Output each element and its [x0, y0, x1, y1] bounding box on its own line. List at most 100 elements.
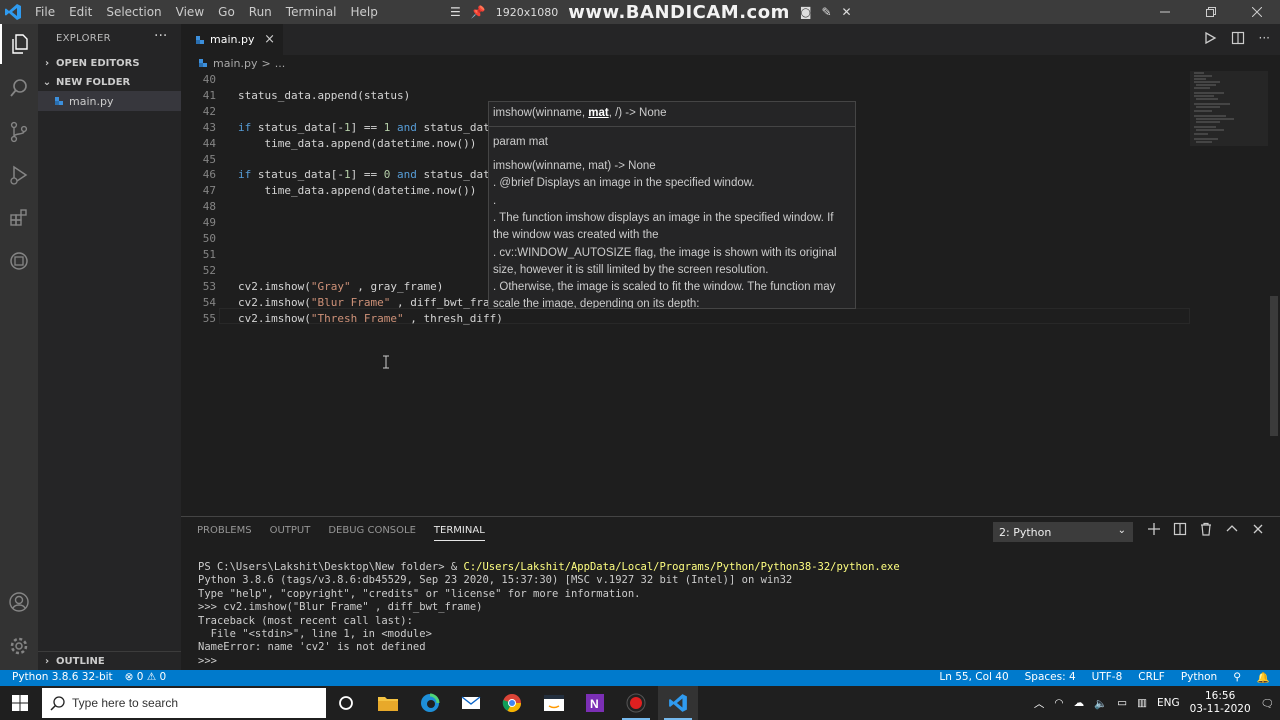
active-param: mat — [588, 107, 609, 119]
menu-edit[interactable]: Edit — [62, 5, 99, 19]
editor-scrollbar[interactable] — [1268, 71, 1280, 516]
source-control-activity[interactable] — [0, 112, 38, 152]
explorer-activity[interactable] — [0, 24, 38, 64]
start-button[interactable] — [0, 686, 40, 720]
panel-tabs: PROBLEMS OUTPUT DEBUG CONSOLE TERMINAL — [197, 525, 485, 541]
live-share-icon[interactable]: ⚲ — [1233, 671, 1241, 684]
encoding[interactable]: UTF-8 — [1092, 671, 1123, 684]
clock-date: 03-11-2020 — [1189, 703, 1251, 715]
hover-doc-line: . Otherwise, the image is scaled to fit … — [493, 281, 836, 293]
extensions-icon — [10, 209, 27, 226]
edge-icon — [421, 693, 440, 712]
chevron-down-icon: ⌄ — [1117, 525, 1126, 536]
minimap[interactable] — [1190, 71, 1268, 191]
language-indicator[interactable]: ENG — [1157, 697, 1180, 709]
bandicam-app[interactable] — [616, 686, 656, 720]
close-tab-icon[interactable]: × — [264, 32, 275, 47]
line-ending[interactable]: CRLF — [1138, 671, 1165, 684]
extensions-activity[interactable] — [0, 198, 38, 238]
tab-actions: ··· — [1203, 31, 1270, 45]
maximize-button[interactable] — [1188, 0, 1234, 24]
file-explorer-app[interactable] — [368, 686, 408, 720]
pencil-icon[interactable]: ✎ — [821, 5, 831, 19]
folder-section[interactable]: ⌄ NEW FOLDER — [38, 72, 181, 92]
problems-count[interactable]: ⊗ 0 ⚠ 0 — [125, 671, 167, 683]
line-number: 49 — [202, 216, 216, 230]
terminal-select[interactable]: 2: Python ⌄ — [993, 522, 1133, 542]
accounts-activity[interactable] — [0, 582, 38, 622]
maximize-panel-icon[interactable] — [1225, 522, 1239, 536]
battery-icon[interactable]: ▭ — [1117, 697, 1127, 709]
terminal-output[interactable]: PS C:\Users\Lakshit\Desktop\New folder> … — [198, 561, 900, 668]
close-overlay-icon[interactable]: ✕ — [842, 5, 852, 19]
breadcrumb-file[interactable]: main.py — [213, 57, 257, 70]
amazon-app[interactable] — [534, 686, 574, 720]
menu-file[interactable]: File — [28, 5, 62, 19]
terminal-line: Type "help", "copyright", "credits" or "… — [198, 587, 641, 600]
mail-app[interactable] — [451, 686, 491, 720]
open-editors-section[interactable]: › OPEN EDITORS — [38, 53, 181, 73]
menu-selection[interactable]: Selection — [99, 5, 168, 19]
edge-app[interactable] — [410, 686, 450, 720]
title-bar: File Edit Selection View Go Run Terminal… — [0, 0, 1280, 24]
tab-output[interactable]: OUTPUT — [270, 525, 311, 541]
code-line: cv2.imshow("Gray" , gray_frame) — [238, 279, 444, 293]
cursor-position[interactable]: Ln 55, Col 40 — [939, 671, 1008, 684]
taskbar-clock[interactable]: 16:56 03-11-2020 — [1190, 690, 1251, 716]
close-panel-icon[interactable] — [1251, 522, 1265, 536]
action-center-icon[interactable]: 🗨 — [1261, 697, 1274, 710]
split-terminal-icon[interactable] — [1173, 522, 1187, 536]
menu-help[interactable]: Help — [344, 5, 385, 19]
close-window-button[interactable] — [1234, 0, 1280, 24]
volume-icon[interactable]: 🔈 — [1094, 697, 1107, 710]
menu-view[interactable]: View — [169, 5, 211, 19]
menu-run[interactable]: Run — [242, 5, 279, 19]
line-number: 53 — [202, 279, 216, 293]
taskbar-search[interactable]: Type here to search — [42, 688, 326, 718]
line-number: 40 — [202, 73, 216, 86]
camera-icon[interactable]: ◙ — [800, 5, 812, 19]
tab-terminal[interactable]: TERMINAL — [433, 525, 485, 541]
language-mode[interactable]: Python — [1181, 671, 1217, 684]
split-editor-icon[interactable] — [1231, 31, 1245, 45]
wifi-icon[interactable]: ◠ — [1054, 697, 1063, 709]
cloud-icon[interactable]: ☁ — [1074, 697, 1085, 709]
onenote-app[interactable]: N — [575, 686, 615, 720]
python-interpreter[interactable]: Python 3.8.6 32-bit — [12, 671, 113, 683]
trash-icon[interactable] — [1199, 522, 1213, 536]
task-view-button[interactable] — [326, 686, 366, 720]
minimize-button[interactable] — [1142, 0, 1188, 24]
tray-chevron-up-icon[interactable]: ︿ — [1034, 696, 1045, 711]
vscode-app[interactable] — [658, 686, 698, 720]
search-activity[interactable] — [0, 68, 38, 108]
tab-main-py[interactable]: main.py × — [181, 24, 283, 55]
network-icon[interactable]: ▥ — [1137, 697, 1147, 709]
chrome-app[interactable] — [492, 686, 532, 720]
breadcrumb-rest[interactable]: ... — [275, 57, 286, 70]
file-main-py[interactable]: main.py — [38, 91, 181, 111]
more-editor-actions[interactable]: ··· — [1259, 31, 1270, 45]
tab-problems[interactable]: PROBLEMS — [197, 525, 252, 541]
terminal-line: >>> — [198, 654, 217, 667]
search-icon — [50, 696, 65, 711]
run-debug-activity[interactable] — [0, 155, 38, 195]
hamburger-icon[interactable]: ☰ — [450, 5, 461, 19]
menu-terminal[interactable]: Terminal — [279, 5, 344, 19]
scrollbar-thumb[interactable] — [1270, 296, 1278, 436]
menu-bar: File Edit Selection View Go Run Terminal… — [28, 0, 385, 24]
notifications-icon[interactable]: 🔔 — [1257, 671, 1270, 684]
code-line: cv2.imshow("Blur Frame" , diff_bwt_fram — [238, 295, 497, 309]
outline-header[interactable]: › OUTLINE — [38, 651, 181, 671]
outline-section[interactable]: › OUTLINE — [38, 651, 181, 670]
menu-go[interactable]: Go — [211, 5, 242, 19]
tab-debug-console[interactable]: DEBUG CONSOLE — [328, 525, 416, 541]
run-file-icon[interactable] — [1203, 31, 1217, 45]
new-terminal-icon[interactable] — [1147, 522, 1161, 536]
manage-activity[interactable] — [0, 626, 38, 666]
pin-icon[interactable]: 📌 — [471, 5, 486, 19]
indentation[interactable]: Spaces: 4 — [1025, 671, 1076, 684]
clock-time: 16:56 — [1205, 690, 1236, 702]
remote-explorer-activity[interactable] — [0, 241, 38, 281]
code-line: time_data.append(datetime.now()) — [238, 136, 477, 150]
more-actions-button[interactable]: ··· — [154, 28, 167, 44]
